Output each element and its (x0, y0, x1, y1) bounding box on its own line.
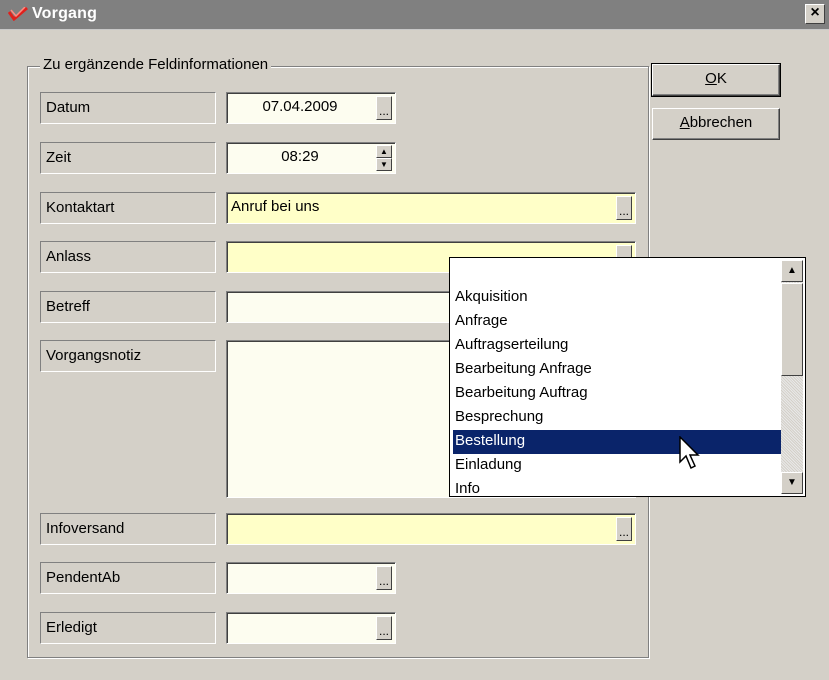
infoversand-picker-button[interactable]: ... (616, 517, 632, 541)
label-pendentab: PendentAb (40, 562, 216, 594)
kontaktart-field[interactable]: Anruf bei uns ... (226, 192, 636, 224)
label-zeit: Zeit (40, 142, 216, 174)
label-anlass: Anlass (40, 241, 216, 273)
anlass-dropdown-list[interactable]: Akquisition Anfrage Auftragserteilung Bearb… (449, 257, 806, 497)
check-icon (8, 7, 28, 21)
dialog-window: Vorgang × Zu ergänzende Feldinformatione… (0, 0, 829, 680)
label-erledigt: Erledigt (40, 612, 216, 644)
datum-field[interactable]: 07.04.2009 ... (226, 92, 396, 124)
zeit-value: 08:29 (281, 148, 319, 165)
close-icon: × (810, 4, 820, 21)
dropdown-item[interactable]: Bearbeitung Auftrag (453, 382, 783, 406)
ok-label: K (716, 70, 727, 87)
group-legend: Zu ergänzende Feldinformationen (40, 56, 272, 73)
pendentab-field[interactable]: ... (226, 562, 396, 594)
spin-up-icon[interactable]: ▲ (376, 145, 392, 158)
dropdown-items: Akquisition Anfrage Auftragserteilung Bearb… (453, 286, 783, 496)
close-button[interactable]: × (805, 4, 825, 24)
label-infoversand: Infoversand (40, 513, 216, 545)
zeit-spinner[interactable]: ▲ ▼ (376, 145, 392, 171)
erledigt-picker-button[interactable]: ... (376, 616, 392, 640)
cancel-button[interactable]: Abbrechen (652, 108, 780, 140)
label-kontaktart: Kontaktart (40, 192, 216, 224)
dropdown-item[interactable]: Info (453, 478, 783, 496)
datum-picker-button[interactable]: ... (376, 96, 392, 120)
label-vorgangsnotiz: Vorgangsnotiz (40, 340, 216, 372)
dropdown-item[interactable]: Auftragserteilung (453, 334, 783, 358)
title-bar[interactable]: Vorgang × (0, 0, 829, 30)
label-betreff: Betreff (40, 291, 216, 323)
scroll-thumb[interactable] (781, 283, 803, 376)
dropdown-item[interactable]: Einladung (453, 454, 783, 478)
erledigt-field[interactable]: ... (226, 612, 396, 644)
infoversand-field[interactable]: ... (226, 513, 636, 545)
dropdown-item[interactable]: Bearbeitung Anfrage (453, 358, 783, 382)
pendentab-picker-button[interactable]: ... (376, 566, 392, 590)
cancel-accel: A (679, 114, 690, 131)
kontaktart-picker-button[interactable]: ... (616, 196, 632, 220)
mouse-pointer-icon (679, 436, 700, 470)
kontaktart-value: Anruf bei uns (231, 198, 320, 215)
spin-down-icon[interactable]: ▼ (376, 158, 392, 171)
zeit-field[interactable]: 08:29 ▲ ▼ (226, 142, 396, 174)
ok-button[interactable]: OK (651, 63, 781, 97)
dropdown-item[interactable]: Akquisition (453, 286, 783, 310)
dropdown-item[interactable]: Anfrage (453, 310, 783, 334)
scroll-down-icon[interactable]: ▼ (781, 472, 803, 494)
dropdown-item[interactable]: Bestellung (453, 430, 783, 454)
scroll-up-icon[interactable]: ▲ (781, 260, 803, 282)
ok-accel: O (705, 70, 717, 87)
window-title: Vorgang (32, 5, 98, 22)
datum-value: 07.04.2009 (262, 98, 338, 115)
dropdown-scrollbar[interactable]: ▲ ▼ (781, 260, 803, 494)
label-datum: Datum (40, 92, 216, 124)
dropdown-item[interactable]: Besprechung (453, 406, 783, 430)
cancel-label: bbrechen (689, 114, 753, 131)
